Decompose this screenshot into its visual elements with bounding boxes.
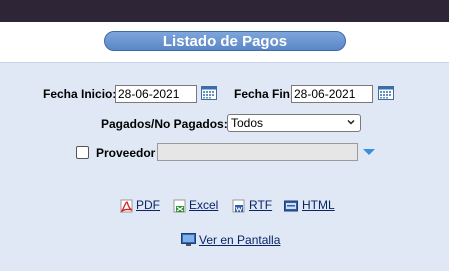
ver-en-pantalla-link[interactable]: Ver en Pantalla: [199, 233, 280, 247]
pdf-icon: [120, 199, 133, 213]
excel-link-text[interactable]: Excel: [189, 198, 218, 212]
dropdown-arrow-icon[interactable]: [363, 149, 375, 155]
calendar-icon[interactable]: [201, 86, 217, 100]
monitor-icon: [181, 233, 196, 246]
top-bar: [0, 0, 449, 22]
proveedor-field[interactable]: [157, 143, 358, 161]
excel-link[interactable]: Excel: [189, 198, 218, 212]
ver-en-pantalla-text[interactable]: Ver en Pantalla: [199, 233, 280, 247]
rtf-link[interactable]: RTF: [249, 198, 272, 212]
rtf-link-text[interactable]: RTF: [249, 198, 272, 212]
html-link-text[interactable]: HTML: [302, 198, 335, 212]
fecha-fin-input[interactable]: 28-06-2021: [291, 85, 373, 103]
pagados-select[interactable]: Todos: [227, 114, 361, 132]
proveedor-label: Proveedor: [96, 146, 156, 160]
proveedor-checkbox[interactable]: [76, 146, 89, 159]
fecha-inicio-input[interactable]: 28-06-2021: [115, 85, 197, 103]
fecha-inicio-label: Fecha Inicio:: [43, 87, 117, 101]
chevron-down-icon: [347, 119, 355, 125]
html-icon: [284, 200, 298, 212]
html-link[interactable]: HTML: [302, 198, 335, 212]
rtf-icon: [232, 199, 245, 213]
calendar-icon[interactable]: [378, 86, 394, 100]
pdf-link[interactable]: PDF: [136, 198, 160, 212]
page-title: Listado de Pagos: [104, 31, 346, 51]
excel-icon: [173, 199, 186, 213]
pagados-label: Pagados/No Pagados:: [101, 117, 228, 131]
pagados-selected-value: Todos: [231, 116, 264, 130]
pdf-link-text[interactable]: PDF: [136, 198, 160, 212]
fecha-fin-label: Fecha Fin:: [234, 87, 295, 101]
